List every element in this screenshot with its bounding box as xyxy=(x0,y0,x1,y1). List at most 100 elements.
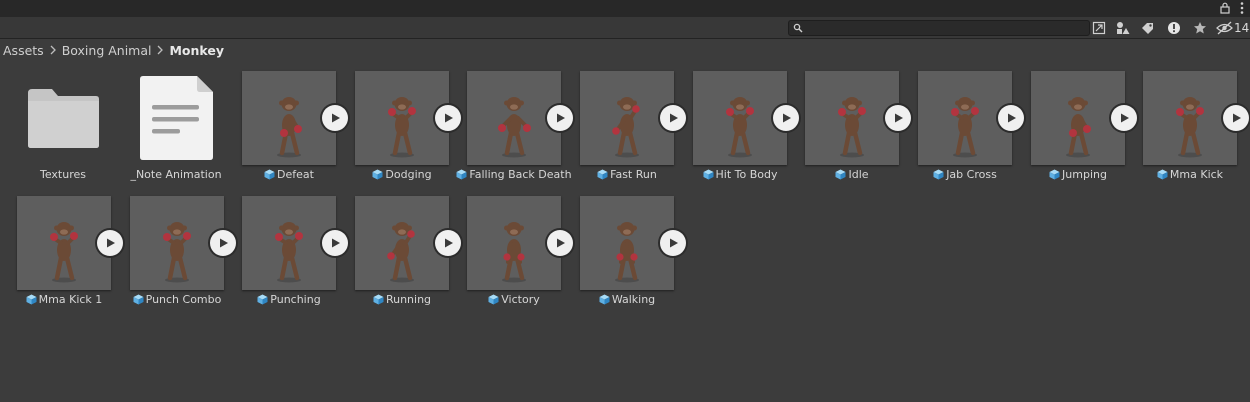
play-preview-button[interactable] xyxy=(210,230,236,256)
asset-label: Jumping xyxy=(1019,167,1137,181)
play-preview-button[interactable] xyxy=(435,230,461,256)
play-icon xyxy=(220,238,228,248)
asset-label: Falling Back Death xyxy=(455,167,573,181)
prefab-icon xyxy=(1157,169,1168,179)
create-icon xyxy=(1092,21,1106,34)
play-icon xyxy=(1008,113,1016,123)
asset-item-dodging[interactable]: Dodging xyxy=(355,61,468,181)
asset-label: Dodging xyxy=(343,167,461,181)
play-icon xyxy=(445,238,453,248)
asset-label: Defeat xyxy=(230,167,348,181)
asset-label: Jab Cross xyxy=(906,167,1024,181)
favorites-button[interactable] xyxy=(1191,19,1209,36)
play-preview-button[interactable] xyxy=(1111,105,1137,131)
play-icon xyxy=(895,113,903,123)
asset-item-idle[interactable]: Idle xyxy=(805,61,918,181)
prefab-icon xyxy=(372,169,383,179)
asset-label: Victory xyxy=(455,292,573,306)
play-icon xyxy=(557,113,565,123)
search-input[interactable] xyxy=(807,21,1083,35)
prefab-icon xyxy=(1049,169,1060,179)
play-preview-button[interactable] xyxy=(660,230,686,256)
filter-by-type-button[interactable] xyxy=(1114,19,1132,36)
asset-name: Running xyxy=(385,292,432,306)
asset-item-jab-cross[interactable]: Jab Cross xyxy=(918,61,1031,181)
prefab-icon xyxy=(264,169,275,179)
asset-item-mma-kick-1[interactable]: Mma Kick 1 xyxy=(17,186,130,306)
asset-label: Punch Combo xyxy=(118,292,236,306)
play-preview-button[interactable] xyxy=(885,105,911,131)
play-preview-button[interactable] xyxy=(97,230,123,256)
breadcrumb-boxing-animal[interactable]: Boxing Animal xyxy=(59,43,155,58)
asset-name: Defeat xyxy=(277,167,314,181)
asset-name: Punching xyxy=(270,292,321,306)
asset-item-punch-combo[interactable]: Punch Combo xyxy=(130,186,243,306)
asset-item-falling-back-death[interactable]: Falling Back Death xyxy=(456,61,580,181)
play-icon xyxy=(1121,113,1129,123)
search-icon xyxy=(793,23,803,33)
asset-label: Hit To Body xyxy=(681,167,799,181)
play-preview-button[interactable] xyxy=(1223,105,1249,131)
chevron-right-icon xyxy=(47,44,59,56)
play-preview-button[interactable] xyxy=(547,105,573,131)
prefab-icon xyxy=(597,169,608,179)
breadcrumb: Assets Boxing Animal Monkey xyxy=(0,39,1250,61)
asset-item-hit-to-body[interactable]: Hit To Body xyxy=(693,61,806,181)
asset-name: Mma Kick 1 xyxy=(38,292,103,306)
asset-name: Jab Cross xyxy=(946,167,997,181)
lock-icon[interactable] xyxy=(1219,2,1231,14)
asset-label: Fast Run xyxy=(568,167,686,181)
play-preview-button[interactable] xyxy=(322,230,348,256)
filter-by-label-button[interactable] xyxy=(1139,19,1157,36)
play-preview-button[interactable] xyxy=(547,230,573,256)
play-icon xyxy=(445,113,453,123)
asset-label: Mma Kick 1 xyxy=(5,292,123,306)
prefab-icon xyxy=(599,294,610,304)
asset-item-punching[interactable]: Punching xyxy=(242,186,355,306)
asset-item-jumping[interactable]: Jumping xyxy=(1031,61,1144,181)
asset-label: Mma Kick xyxy=(1131,167,1249,181)
window-title-strip xyxy=(0,0,1250,17)
asset-name: Victory xyxy=(501,292,540,306)
asset-label: Idle xyxy=(793,167,911,181)
create-button[interactable] xyxy=(1090,19,1108,36)
kebab-menu-icon[interactable] xyxy=(1239,1,1245,15)
asset-name: Punch Combo xyxy=(145,292,222,306)
prefab-icon xyxy=(257,294,268,304)
prefab-icon xyxy=(703,169,713,179)
play-icon xyxy=(332,238,340,248)
hidden-packages-icon xyxy=(1216,21,1233,34)
breadcrumb-monkey[interactable]: Monkey xyxy=(166,43,227,58)
play-icon xyxy=(670,113,678,123)
breadcrumb-assets[interactable]: Assets xyxy=(0,43,47,58)
asset-item-victory[interactable]: Victory xyxy=(467,186,580,306)
asset-item-defeat[interactable]: Defeat xyxy=(242,61,355,181)
asset-name: Walking xyxy=(611,292,656,306)
asset-label: Walking xyxy=(568,292,686,306)
play-preview-button[interactable] xyxy=(322,105,348,131)
asset-name: Dodging xyxy=(385,167,432,181)
play-preview-button[interactable] xyxy=(998,105,1024,131)
asset-label: Running xyxy=(343,292,461,306)
asset-name: Hit To Body xyxy=(715,167,778,181)
play-icon xyxy=(557,238,565,248)
play-preview-button[interactable] xyxy=(435,105,461,131)
search-field[interactable] xyxy=(788,20,1090,36)
prefab-icon xyxy=(835,169,846,179)
asset-item-walking[interactable]: Walking xyxy=(580,186,693,306)
favorite-star-icon xyxy=(1194,21,1206,33)
play-icon xyxy=(332,113,340,123)
asset-item-mma-kick[interactable]: Mma Kick xyxy=(1143,61,1250,181)
asset-item-running[interactable]: Running xyxy=(355,186,468,306)
prefab-icon xyxy=(488,294,499,304)
play-preview-button[interactable] xyxy=(660,105,686,131)
asset-name: Fast Run xyxy=(610,167,657,181)
console-warning-button[interactable] xyxy=(1165,19,1183,36)
hidden-packages-toggle[interactable]: 14 xyxy=(1216,19,1250,36)
prefab-icon xyxy=(26,294,37,304)
asset-item-fast-run[interactable]: Fast Run xyxy=(580,61,693,181)
asset-label: Punching xyxy=(230,292,348,306)
play-preview-button[interactable] xyxy=(773,105,799,131)
play-icon xyxy=(1233,113,1241,123)
filter-by-type-icon xyxy=(1117,21,1130,34)
